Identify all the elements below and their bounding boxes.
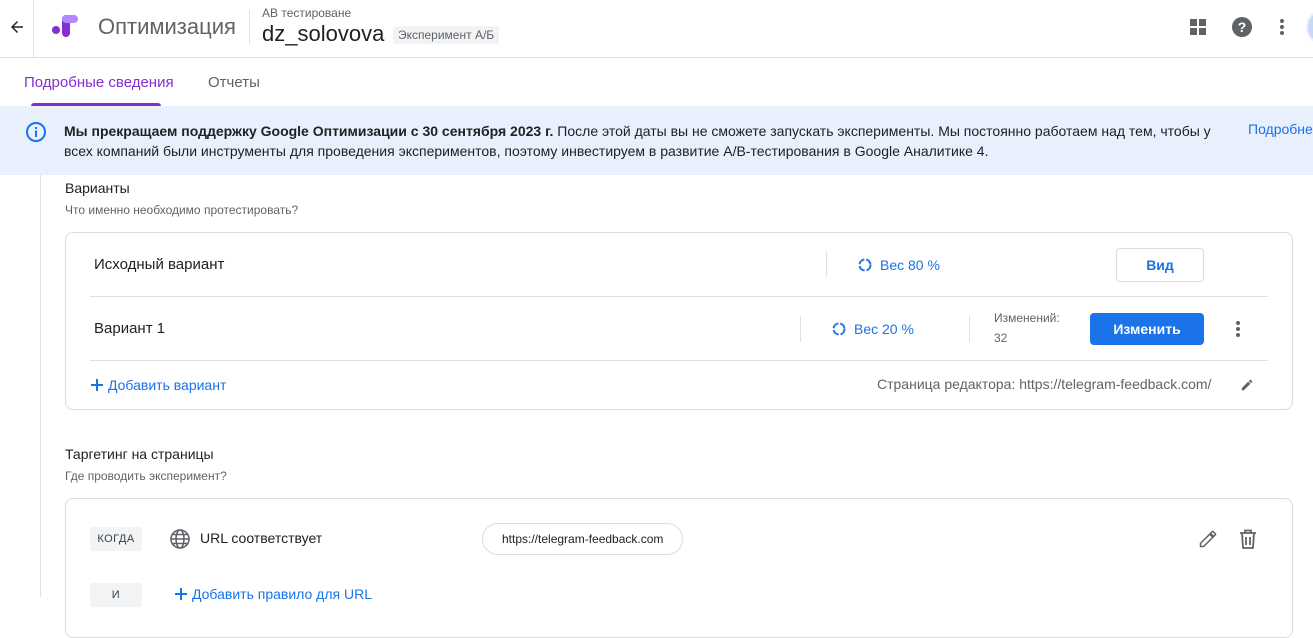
variants-title: Варианты [65,180,130,196]
tab-bar: Подробные сведения Отчеты [0,58,1313,106]
learn-more-link[interactable]: Подробнее [1248,121,1313,137]
add-url-rule-label: Добавить правило для URL [192,586,372,602]
avatar[interactable] [1306,10,1313,44]
changes-label: Изменений: [994,311,1060,325]
edit-variant-button[interactable]: Изменить [1090,313,1204,345]
banner-message: Мы прекращаем поддержку Google Оптимизац… [64,121,1224,161]
add-url-rule-button[interactable]: Добавить правило для URL [174,586,372,602]
add-icon [175,588,187,600]
url-rule-value[interactable]: https://telegram-feedback.com [482,523,684,555]
and-chip: И [90,583,142,607]
add-variant-button[interactable]: Добавить вариант [90,377,226,393]
apps-icon[interactable] [1185,14,1211,40]
banner-bold-text: Мы прекращаем поддержку Google Оптимизац… [64,123,554,139]
help-icon[interactable]: ? [1229,14,1255,40]
divider [826,251,827,277]
top-app-bar: Оптимизация AB тестироване dz_solovova Э… [0,0,1313,58]
divider [800,316,801,342]
left-rail-divider [40,175,41,597]
original-variant-name: Исходный вариант [94,256,225,273]
targeting-title: Таргетинг на страницы [65,446,214,462]
weight-icon [858,258,872,272]
tab-reports[interactable]: Отчеты [208,74,260,91]
when-chip: КОГДА [90,527,142,551]
url-rule-label: URL соответствует [200,530,323,546]
edit-rule-icon[interactable] [1195,526,1221,552]
view-button[interactable]: Вид [1116,248,1204,282]
variants-subtitle: Что именно необходимо протестировать? [65,203,299,217]
svg-text:?: ? [1238,19,1247,35]
variant-more-icon[interactable] [1228,316,1248,342]
account-name: AB тестироване [262,6,352,20]
weight-icon [832,322,846,336]
edit-editor-page-icon[interactable] [1234,372,1260,398]
variant-1-name: Вариант 1 [94,320,166,337]
divider [90,296,1268,297]
divider [33,0,34,58]
variant-1-weight[interactable]: Вес 20 % [832,321,914,337]
targeting-card [65,498,1293,638]
changes-count: 32 [994,331,1008,345]
experiment-type-badge: Эксперимент А/Б [393,26,500,44]
divider [969,316,970,342]
add-icon [91,379,103,391]
delete-rule-icon[interactable] [1235,526,1261,552]
divider [90,360,1268,361]
arrow-back-icon[interactable] [4,14,30,40]
experiment-name: dz_solovova [262,21,385,46]
globe-icon [167,526,193,552]
app-title: Оптимизация [98,14,236,39]
add-variant-label: Добавить вариант [108,377,227,393]
original-weight-label: Вес 80 % [880,257,940,273]
optimize-logo-icon [50,12,80,42]
targeting-subtitle: Где проводить эксперимент? [65,469,227,483]
editor-page-url: Страница редактора: https://telegram-fee… [877,376,1212,392]
more-vert-icon[interactable] [1269,14,1295,40]
info-icon [25,121,47,143]
original-weight[interactable]: Вес 80 % [858,257,940,273]
tab-details[interactable]: Подробные сведения [24,74,174,91]
divider [249,10,250,44]
variant-1-weight-label: Вес 20 % [854,321,914,337]
